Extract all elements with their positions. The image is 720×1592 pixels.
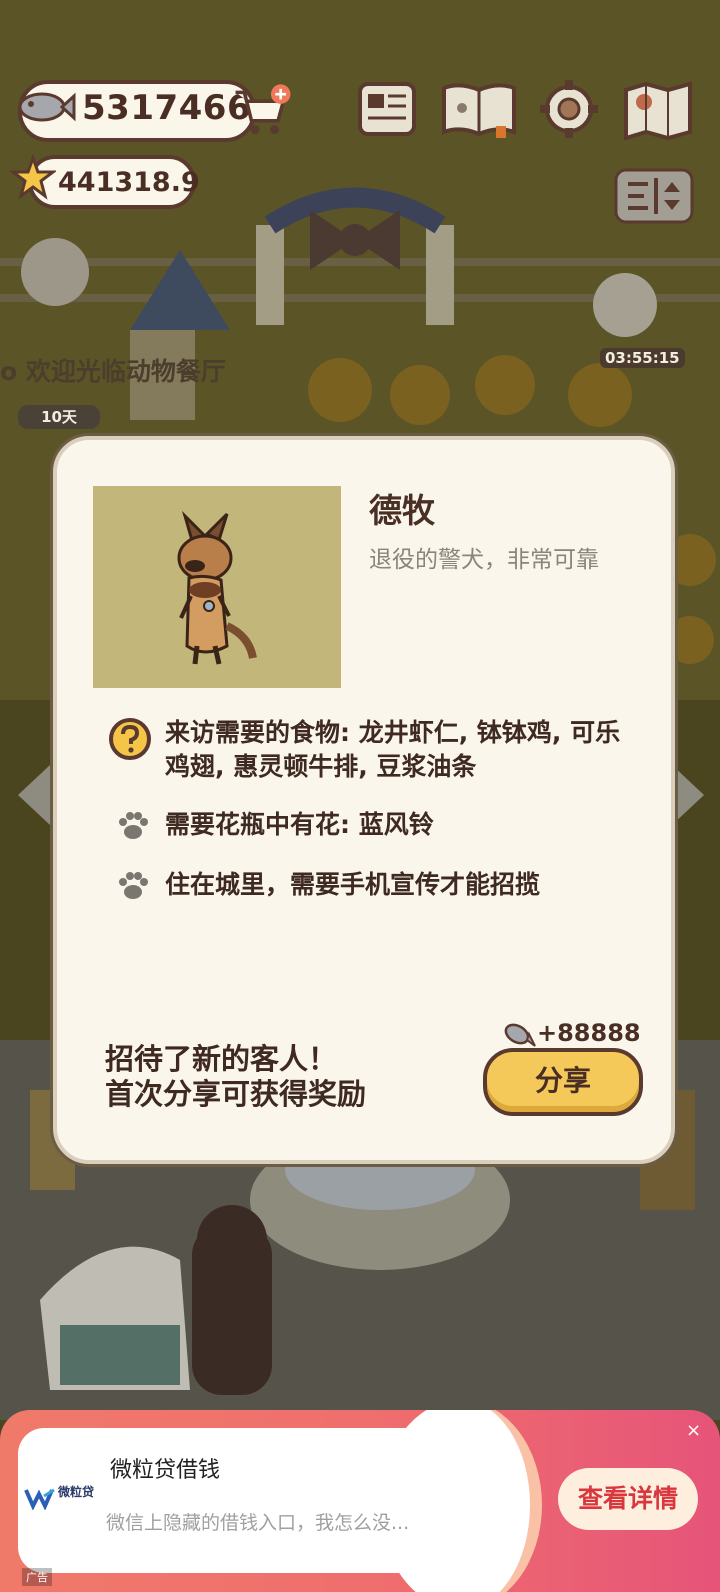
ad-view-details-button[interactable]: 查看详情 xyxy=(558,1468,698,1530)
requirement-food: 来访需要的食物: 龙井虾仁, 钵钵鸡, 可乐鸡翅, 惠灵顿牛排, 豆浆油条 xyxy=(165,718,621,781)
star-currency-display: 441318.9 xyxy=(10,155,200,209)
ad-curve-decoration xyxy=(380,1410,542,1592)
fish-currency-display: 5317466 xyxy=(18,80,256,142)
ad-close-icon[interactable]: × xyxy=(686,1420,701,1441)
wechat-loan-logo-icon xyxy=(24,1488,55,1510)
invite-text: 招待了新的客人！ 首次分享可获得奖励 xyxy=(105,1042,366,1112)
ad-subtitle: 微信上隐藏的借钱入口，我怎么没... xyxy=(106,1512,410,1534)
settings-gear-icon[interactable] xyxy=(538,78,600,140)
ad-banner[interactable]: 微粒贷 微粒贷借钱 微信上隐藏的借钱入口，我怎么没... 查看详情 × 广告 xyxy=(0,1410,720,1592)
paw-icon xyxy=(119,872,148,899)
recipe-book-icon[interactable] xyxy=(440,78,518,140)
german-shepherd-icon xyxy=(177,510,257,665)
customer-portrait xyxy=(93,486,341,688)
ad-title[interactable]: 微粒贷借钱 xyxy=(110,1452,220,1484)
star-icon xyxy=(10,155,56,200)
shop-cart-icon[interactable] xyxy=(232,80,294,142)
invite-line-1: 招待了新的客人！ xyxy=(105,1042,338,1076)
share-button[interactable]: 分享 xyxy=(483,1048,643,1116)
new-customer-dialog: 德牧 退役的警犬，非常可靠 来访需要的食物: 龙井虾仁, 钵钵鸡, 可乐鸡翅, … xyxy=(53,436,675,1164)
requirement-promotion: 住在城里，需要手机宣传才能招揽 xyxy=(165,870,541,899)
fish-icon xyxy=(18,92,76,122)
star-count: 441318.9 xyxy=(58,167,200,198)
requirement-flower: 需要花瓶中有花: 蓝风铃 xyxy=(165,810,434,839)
question-icon xyxy=(109,718,151,760)
days-counter: 10天 xyxy=(18,405,100,429)
sort-toggle-icon[interactable] xyxy=(614,168,694,224)
fish-count: 5317466 xyxy=(82,88,252,128)
newspaper-icon[interactable] xyxy=(356,78,418,140)
paw-icon xyxy=(119,812,148,839)
event-timer: 03:55:15 xyxy=(600,348,685,368)
welcome-sign: o 欢迎光临动物餐厅 xyxy=(0,357,226,386)
map-icon[interactable] xyxy=(622,78,694,140)
ad-tag: 广告 xyxy=(22,1568,52,1586)
customer-name: 德牧 xyxy=(369,491,435,530)
fish-icon xyxy=(504,1023,536,1047)
ad-brand: 微粒贷 xyxy=(58,1485,95,1499)
reward-amount: +88888 xyxy=(537,1019,641,1047)
invite-line-2: 首次分享可获得奖励 xyxy=(105,1077,367,1111)
share-reward: +88888 xyxy=(503,1018,641,1048)
customer-description: 退役的警犬，非常可靠 xyxy=(369,547,599,573)
